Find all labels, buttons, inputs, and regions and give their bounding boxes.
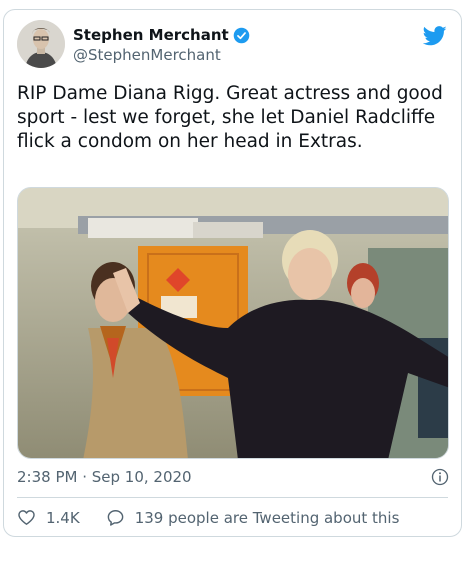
avatar[interactable] [17,20,65,68]
twitter-bird-icon[interactable] [423,26,447,46]
author-name-row[interactable]: Stephen Merchant [73,26,250,44]
tweet-header: Stephen Merchant @StephenMerchant [17,20,449,72]
tweet-text: RIP Dame Diana Rigg. Great actress and g… [17,83,443,152]
verified-badge-icon [233,27,249,43]
tweet-card[interactable]: Stephen Merchant @StephenMerchant RIP Da… [3,9,462,537]
heart-icon [18,510,35,525]
author-name[interactable]: Stephen Merchant [73,26,229,44]
speech-bubble-icon [107,510,124,526]
tweeting-about-label: 139 people are Tweeting about this [134,508,400,527]
like-button[interactable]: 1.4K [17,508,80,527]
tweet-photo-image [18,188,448,458]
divider [17,497,448,498]
tweet-photo[interactable] [17,187,449,459]
like-count: 1.4K [46,508,80,527]
info-icon[interactable] [431,468,449,486]
reply-button[interactable]: 139 people are Tweeting about this [106,508,400,527]
tweet-actions: 1.4K 139 people are Tweeting about this [17,508,399,527]
tweet-timestamp[interactable]: 2:38 PM · Sep 10, 2020 [17,468,192,486]
author-handle[interactable]: @StephenMerchant [73,46,221,64]
